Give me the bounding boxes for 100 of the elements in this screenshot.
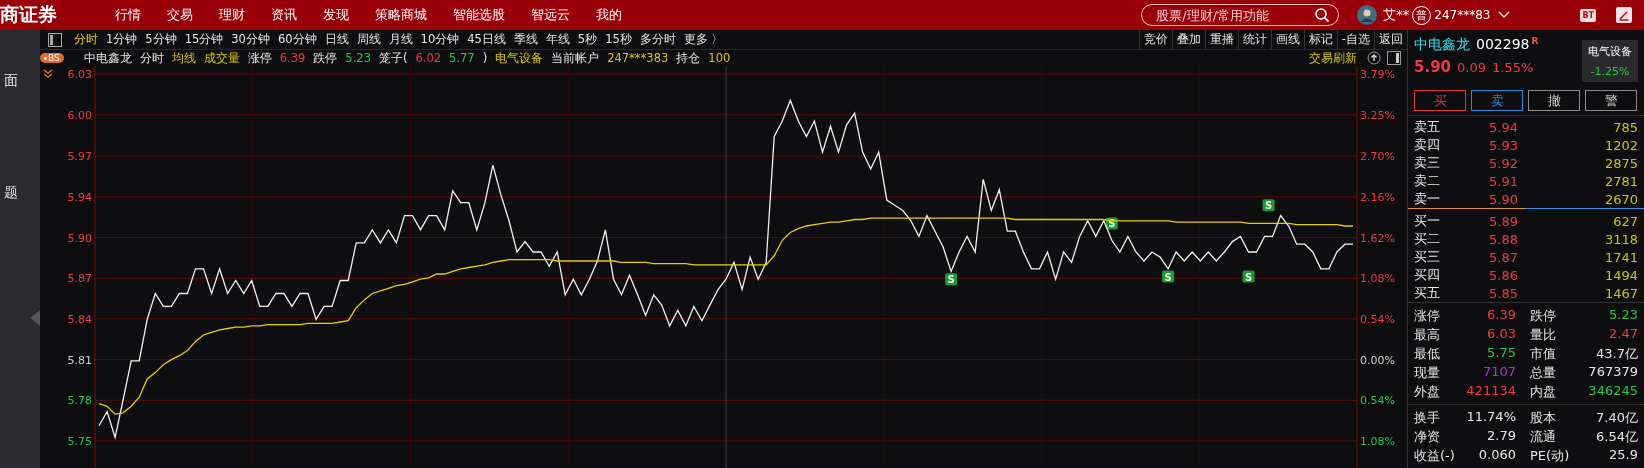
period-tab[interactable]: 15分钟 [180,32,228,47]
stat-value: 5.23 [1608,307,1638,324]
toolbar-button[interactable]: 返回 [1374,30,1407,49]
chevron-down-icon[interactable] [1498,11,1511,19]
info-text: 均线 [171,50,196,66]
info-text: 247***383 [607,51,669,65]
info-text: 5.77 [449,51,475,65]
volume-cell-text: 2875 [1603,155,1638,171]
period-tab[interactable]: 多分时 [635,32,680,47]
nav-link[interactable]: 资讯 [258,6,310,24]
upload-icon[interactable] [1367,51,1381,65]
level-label: 卖一 [1414,190,1441,208]
stat-value: 5.75 [1486,345,1516,362]
volume-cell-text: 1202 [1603,137,1638,153]
nav-link[interactable]: 发现 [310,6,362,24]
stat-value: 7107 [1481,364,1516,381]
trade-button[interactable]: 警 [1585,90,1637,111]
info-text: 中电鑫龙 [83,50,132,66]
price-value: 5.90 [1414,58,1451,76]
price-cell-text: 5.86 [1488,267,1518,283]
period-tab[interactable]: 30分钟 [227,32,274,47]
info-text: 跌停 [313,50,338,66]
nav-link[interactable]: 智能选股 [440,6,518,24]
toolbar-button[interactable]: 叠加 [1171,30,1205,49]
axis-label: 1.08% [1360,272,1395,286]
level-label: 卖二 [1414,172,1441,190]
period-tab[interactable]: 日线 [320,32,353,47]
nav-link[interactable]: 理财 [206,6,258,24]
edit-icon[interactable] [1616,7,1632,23]
panel-toggle-icon[interactable] [1387,51,1401,65]
volume-cell-text: 3118 [1603,231,1638,247]
stock-code: 002298 [1476,36,1530,52]
period-tab[interactable]: 10分钟 [416,32,464,47]
app-badge[interactable]: BT [1580,8,1596,22]
price-cell-text: 5.91 [1488,173,1518,189]
period-tab[interactable]: 45日线 [463,32,510,47]
axis-label: 6.03 [67,68,92,82]
toolbar-button[interactable]: 标记 [1303,30,1337,49]
change-percent: 1.55% [1491,60,1534,75]
period-tab[interactable]: 15秒 [601,32,636,47]
trade-button[interactable]: 买 [1414,90,1466,111]
period-tab[interactable]: 分时 [70,32,102,47]
volume-cell-text: 785 [1612,119,1638,135]
toolbar-button[interactable]: -自选 [1336,30,1374,49]
stat-label: 换手 [1414,409,1441,427]
price-cell-text: 5.92 [1488,155,1518,171]
bs-expand-icon[interactable] [43,69,53,78]
axis-label: 2.16% [1360,190,1395,204]
volume-cell-text: 2670 [1603,191,1638,207]
flag-label: R [1531,36,1539,46]
period-tab[interactable]: 年线 [541,32,574,47]
user-name: 艾** [1383,6,1410,24]
toolbar-button[interactable]: 统计 [1237,30,1271,49]
trade-button[interactable]: 卖 [1471,90,1523,111]
info-text: ) [482,51,488,65]
panel-toggle-icon[interactable] [48,32,62,47]
info-text: 持仓 [676,50,701,66]
nav-link[interactable]: 智远云 [518,6,583,24]
period-tab[interactable]: 5分钟 [141,32,181,47]
trade-button[interactable]: 撤 [1528,90,1580,111]
level-label: 买五 [1414,284,1441,302]
nav-link[interactable]: 我的 [583,6,635,24]
sector-card[interactable]: 电气设备 -1.25% [1582,40,1638,82]
info-text: 电气设备 [495,50,544,66]
sidebar-item[interactable]: 题 [4,184,18,202]
price-cell-text: 5.90 [1488,191,1518,207]
period-tab[interactable]: 更多 〉 [679,32,728,47]
toolbar-button[interactable]: 重播 [1204,30,1238,49]
stat-label: 最低 [1414,345,1441,363]
period-tab[interactable]: 季线 [509,32,542,47]
info-text: 6.39 [279,51,306,65]
nav-link[interactable]: 策略商城 [362,6,440,24]
change-value: 0.09 [1457,60,1486,75]
sell-marker[interactable]: S [1162,270,1175,283]
sector-change: -1.25% [1590,65,1630,78]
toolbar-button[interactable]: 画线 [1270,30,1304,49]
axis-label: 1.08% [1360,434,1395,448]
sidebar-item[interactable]: 面 [4,72,18,90]
axis-label: 5.81 [67,353,92,367]
level-label: 卖五 [1414,118,1441,136]
period-tab[interactable]: 1分钟 [102,32,142,47]
axis-label: 6.00 [67,108,92,122]
toolbar-button[interactable]: 竞价 [1138,30,1172,49]
period-tab[interactable]: 周线 [352,32,385,47]
stat-label: 量比 [1529,326,1557,344]
avatar-icon[interactable] [1357,5,1378,25]
refresh-label[interactable]: 交易刷新 [1309,50,1357,66]
nav-link[interactable]: 交易 [154,6,206,24]
search-icon[interactable] [1314,7,1331,23]
info-text: 涨停 [247,50,272,66]
price-cell-text: 5.94 [1488,119,1518,135]
period-tab[interactable]: 月线 [384,32,417,47]
nav-link[interactable]: 行情 [102,6,154,24]
level-label: 卖四 [1414,136,1441,154]
sell-marker[interactable]: S [945,273,958,286]
axis-label: 5.94 [67,190,92,204]
period-tab[interactable]: 5秒 [573,32,602,47]
volume-cell-text: 627 [1612,213,1638,229]
stat-label: 总量 [1529,364,1557,382]
period-tab[interactable]: 60分钟 [273,32,321,47]
